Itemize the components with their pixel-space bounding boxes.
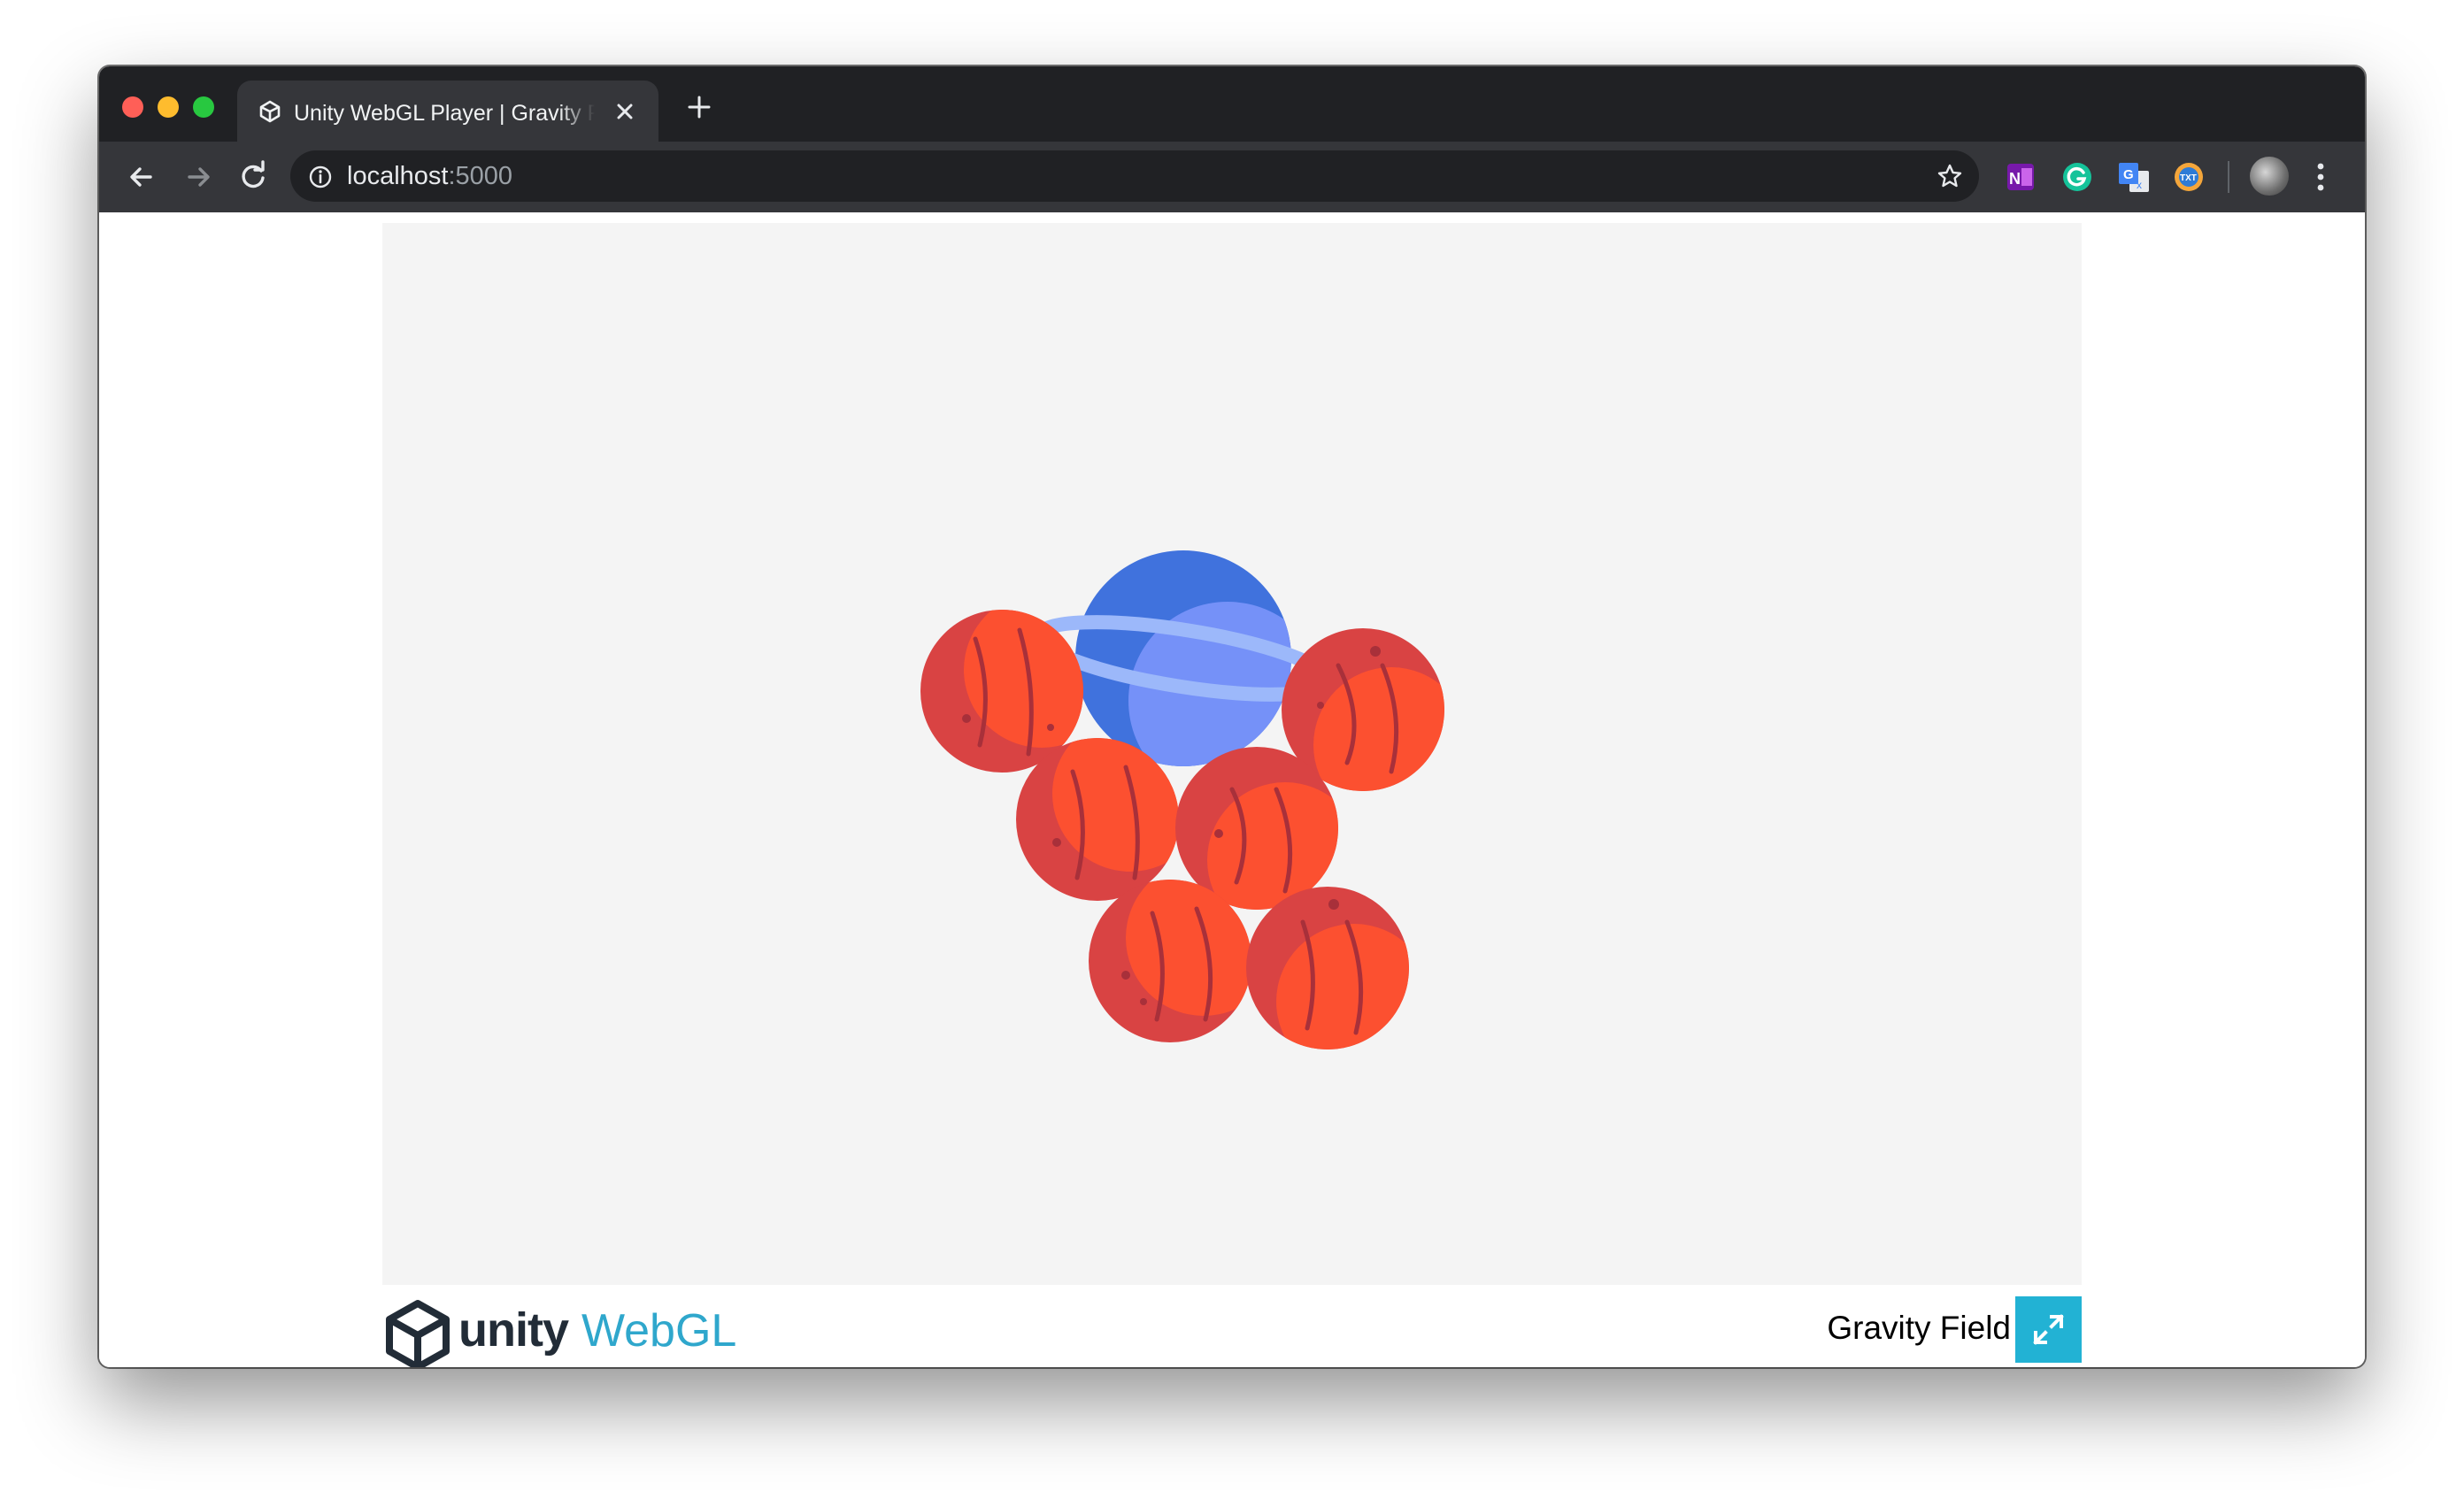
- mars-planet: [1246, 887, 1409, 1049]
- game-scene: [920, 550, 1444, 1049]
- url-port: :5000: [448, 162, 513, 190]
- page-content: unity WebGL Gravity Field: [99, 212, 2365, 1367]
- star-icon[interactable]: [1937, 163, 1963, 189]
- svg-text:TXT: TXT: [2180, 173, 2197, 183]
- tab-unity-webgl-player[interactable]: Unity WebGL Player | Gravity Field: [237, 81, 658, 142]
- unity-webgl-logo: unity WebGL: [386, 1300, 736, 1367]
- info-icon[interactable]: [308, 165, 333, 189]
- svg-text:G: G: [2123, 167, 2134, 182]
- arrow-left-icon[interactable]: [124, 159, 159, 195]
- logo-word: unity: [458, 1303, 569, 1357]
- url-host: localhost: [347, 162, 449, 190]
- unity-game-canvas[interactable]: [382, 223, 2082, 1285]
- fullscreen-icon: [2033, 1314, 2064, 1345]
- kebab-menu-icon[interactable]: [2312, 158, 2329, 196]
- unity-icon: [259, 100, 281, 123]
- onenote-icon[interactable]: N: [2004, 160, 2037, 194]
- unity-logo-icon: [386, 1300, 450, 1367]
- svg-text:N: N: [2009, 170, 2021, 188]
- reload-icon[interactable]: [235, 159, 271, 195]
- game-title: Gravity Field: [1827, 1310, 2011, 1346]
- tab-title: Unity WebGL Player | Gravity Field: [294, 101, 595, 126]
- profile-avatar[interactable]: [2250, 157, 2289, 196]
- close-icon[interactable]: [614, 101, 635, 122]
- close-window-button[interactable]: [122, 96, 143, 118]
- fullscreen-button[interactable]: [2015, 1296, 2082, 1363]
- svg-text:x: x: [2137, 179, 2142, 191]
- address-bar[interactable]: localhost:5000: [290, 150, 1979, 202]
- text-extension-icon[interactable]: TXT: [2172, 160, 2206, 194]
- logo-product: WebGL: [581, 1305, 736, 1357]
- url-text[interactable]: localhost:5000: [347, 162, 512, 190]
- browser-toolbar: localhost:5000 N G x TXT: [99, 142, 2365, 212]
- toolbar-divider: [2228, 161, 2229, 193]
- tab-bar: Unity WebGL Player | Gravity Field: [99, 66, 2365, 142]
- google-translate-icon[interactable]: G x: [2117, 160, 2151, 194]
- maximize-window-button[interactable]: [193, 96, 214, 118]
- grammarly-icon[interactable]: [2060, 160, 2094, 194]
- new-tab-plus-icon[interactable]: [687, 95, 712, 119]
- minimize-window-button[interactable]: [158, 96, 179, 118]
- browser-window: Unity WebGL Player | Gravity Field: [99, 66, 2365, 1367]
- arrow-right-icon[interactable]: [181, 159, 216, 195]
